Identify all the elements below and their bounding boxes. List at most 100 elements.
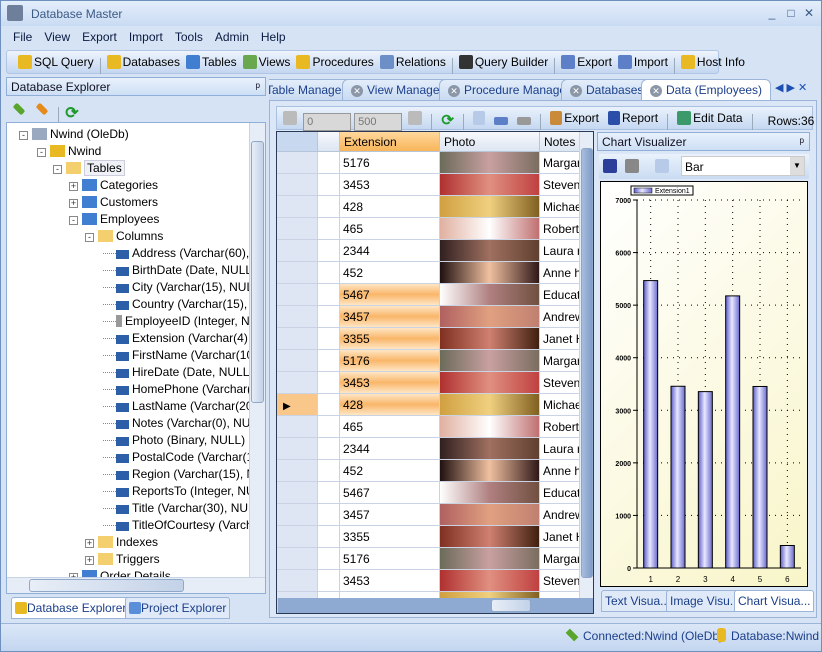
notes-cell[interactable]: Robert: [540, 218, 580, 240]
row-indicator[interactable]: [277, 174, 318, 196]
extension-cell[interactable]: 5176: [340, 152, 440, 174]
collapse-icon[interactable]: -: [85, 233, 94, 242]
tree-item[interactable]: Notes (Varchar(0), NULL): [103, 415, 265, 432]
photo-cell[interactable]: [440, 262, 540, 284]
photo-cell[interactable]: [440, 416, 540, 438]
close-tab-icon[interactable]: ✕: [650, 85, 662, 97]
notes-cell[interactable]: Andrew: [540, 306, 580, 328]
next-page-button[interactable]: [405, 107, 425, 129]
photo-cell[interactable]: [440, 482, 540, 504]
notes-cell[interactable]: Andrew: [540, 504, 580, 526]
notes-cell[interactable]: Margar: [540, 152, 580, 174]
scroll-thumb[interactable]: [491, 599, 531, 612]
tree-item[interactable]: BirthDate (Date, NULL): [103, 262, 256, 279]
notes-cell[interactable]: Michael: [540, 196, 580, 218]
close-tab-icon[interactable]: ✕: [798, 82, 810, 94]
tree-item[interactable]: + Indexes: [85, 534, 158, 551]
toolbar-host-info-button[interactable]: Host Info: [678, 51, 748, 73]
row-indicator[interactable]: [277, 240, 318, 262]
disconnect-icon[interactable]: [35, 102, 49, 116]
tree-item[interactable]: + Customers: [69, 194, 158, 211]
notes-cell[interactable]: Anne h: [540, 460, 580, 482]
tab-procedure-manager[interactable]: ✕ Procedure Manager: [439, 79, 580, 100]
table-row[interactable]: 2344 Laura r: [277, 438, 580, 460]
tab-chart-visualizer[interactable]: Chart Visua...: [734, 590, 815, 612]
menu-import[interactable]: Import: [123, 27, 169, 47]
row-indicator[interactable]: [277, 152, 318, 174]
tree-item[interactable]: TitleOfCourtesy (Varchar(25), NULL): [103, 517, 265, 534]
photo-cell[interactable]: [440, 152, 540, 174]
toolbar-export-button[interactable]: Export: [558, 51, 615, 73]
table-row[interactable]: 5467 Educati: [277, 482, 580, 504]
menu-tools[interactable]: Tools: [169, 27, 209, 47]
photo-cell[interactable]: [440, 174, 540, 196]
notes-cell[interactable]: Steven: [540, 372, 580, 394]
tab-right-icon[interactable]: ▶: [786, 82, 797, 94]
tree-item[interactable]: HireDate (Date, NULL): [103, 364, 253, 381]
close-tab-icon[interactable]: ✕: [448, 85, 460, 97]
row-indicator[interactable]: [277, 504, 318, 526]
chevron-down-icon[interactable]: ▼: [790, 157, 804, 175]
row-indicator[interactable]: [277, 350, 318, 372]
chart-type-select[interactable]: Bar ▼: [681, 156, 805, 176]
grid-horizontal-scrollbar[interactable]: [277, 598, 593, 613]
photo-cell[interactable]: [440, 240, 540, 262]
extension-cell[interactable]: 452: [340, 262, 440, 284]
extension-cell[interactable]: 3355: [340, 526, 440, 548]
tab-database-explorer[interactable]: Database Explorer: [11, 597, 131, 619]
table-row[interactable]: 5467 Educati: [277, 284, 580, 306]
expand-icon[interactable]: +: [85, 556, 94, 565]
extension-cell[interactable]: 465: [340, 218, 440, 240]
refresh-icon[interactable]: ⟳: [65, 105, 78, 122]
notes-cell[interactable]: Janet H: [540, 526, 580, 548]
table-row[interactable]: 5176 Margar: [277, 152, 580, 174]
tree-item[interactable]: FirstName (Varchar(10), NULL): [103, 347, 265, 364]
row-indicator[interactable]: [277, 372, 318, 394]
row-indicator[interactable]: [277, 416, 318, 438]
row-indicator[interactable]: [277, 262, 318, 284]
minimize-button[interactable]: _: [765, 6, 779, 20]
extension-cell[interactable]: 452: [340, 460, 440, 482]
delete-row-button[interactable]: [514, 110, 534, 132]
table-row[interactable]: 5176 Margar: [277, 548, 580, 570]
pin-icon[interactable]: ᵖ: [799, 135, 804, 149]
table-row[interactable]: 3453 Steven: [277, 174, 580, 196]
tree-item[interactable]: Extension (Varchar(4), NULL): [103, 330, 265, 347]
extension-cell[interactable]: 3453: [340, 570, 440, 592]
menu-export[interactable]: Export: [76, 27, 123, 47]
table-row[interactable]: 465 Robert: [277, 416, 580, 438]
toolbar-tables-button[interactable]: Tables: [183, 51, 240, 73]
select-all-corner[interactable]: [277, 132, 318, 152]
table-row[interactable]: 3453 Steven: [277, 570, 580, 592]
prev-page-button[interactable]: [280, 107, 300, 129]
notes-cell[interactable]: Michael: [540, 394, 580, 416]
tree-vertical-scrollbar[interactable]: [249, 123, 265, 578]
row-indicator[interactable]: ▶: [277, 394, 318, 416]
extension-cell[interactable]: 5467: [340, 284, 440, 306]
collapse-icon[interactable]: -: [53, 165, 62, 174]
row-indicator[interactable]: [277, 196, 318, 218]
toolbar-databases-button[interactable]: Databases: [104, 51, 183, 73]
menu-help[interactable]: Help: [255, 27, 292, 47]
photo-cell[interactable]: [440, 284, 540, 306]
tab-data-employees-[interactable]: ✕ Data (Employees): [641, 79, 772, 100]
tab-left-icon[interactable]: ◀: [775, 82, 786, 94]
refresh-button[interactable]: ⟳: [438, 109, 457, 131]
row-indicator[interactable]: [277, 482, 318, 504]
tree-item[interactable]: Address (Varchar(60), NULL): [103, 245, 265, 262]
scroll-thumb[interactable]: [29, 579, 184, 592]
photo-cell[interactable]: [440, 372, 540, 394]
photo-cell[interactable]: [440, 548, 540, 570]
toolbar-views-button[interactable]: Views: [240, 51, 294, 73]
table-row[interactable]: 3453 Steven: [277, 372, 580, 394]
tree-item[interactable]: - Tables: [53, 160, 125, 177]
column-header-notes[interactable]: Notes: [540, 132, 580, 152]
tree-item[interactable]: PostalCode (Varchar(10), NULL): [103, 449, 265, 466]
photo-cell[interactable]: [440, 350, 540, 372]
maximize-button[interactable]: □: [784, 6, 798, 20]
extension-cell[interactable]: 2344: [340, 240, 440, 262]
tree-item[interactable]: Country (Varchar(15), NULL): [103, 296, 265, 313]
toolbar-import-button[interactable]: Import: [615, 51, 671, 73]
row-indicator[interactable]: [277, 438, 318, 460]
row-indicator[interactable]: [277, 218, 318, 240]
